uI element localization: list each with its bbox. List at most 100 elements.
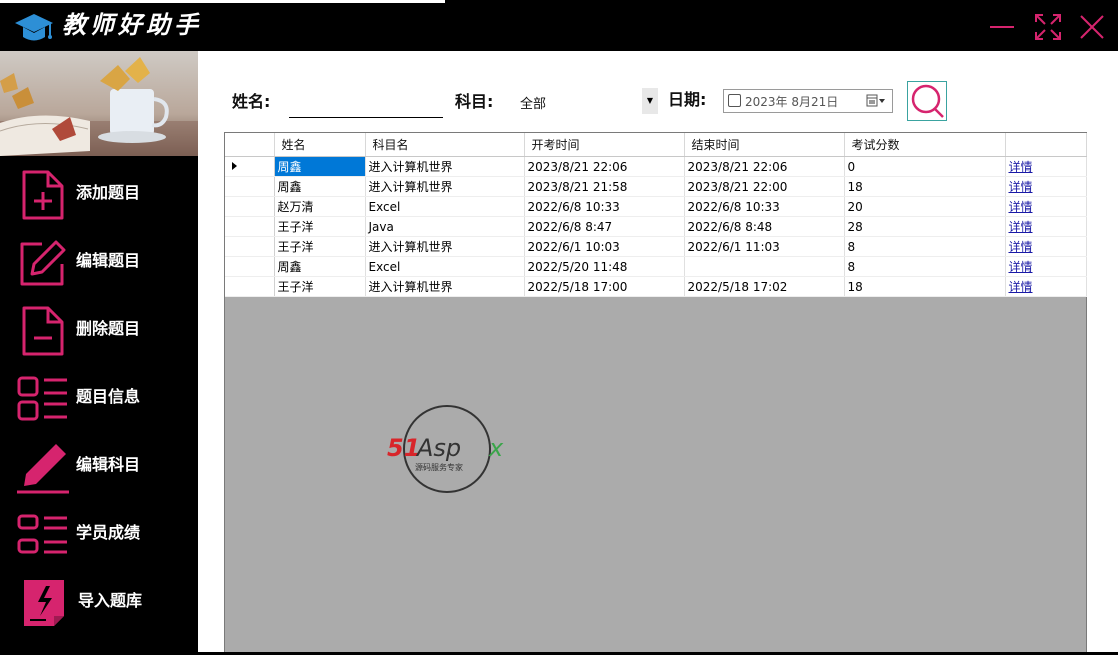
cell-action: 详情: [1005, 276, 1087, 297]
cell-subject[interactable]: 进入计算机世界: [365, 236, 525, 257]
cell-action: 详情: [1005, 176, 1087, 197]
date-label: 日期:: [668, 90, 707, 109]
cell-subject[interactable]: Excel: [365, 196, 525, 217]
details-link[interactable]: 详情: [1009, 220, 1033, 234]
column-header-name[interactable]: 姓名: [274, 133, 366, 157]
column-header-start-time[interactable]: 开考时间: [524, 133, 685, 157]
maximize-button[interactable]: [1031, 10, 1065, 44]
table-row[interactable]: 王子洋 Java 2022/6/8 8:47 2022/6/8 8:48 28 …: [225, 216, 1087, 237]
cell-subject[interactable]: 进入计算机世界: [365, 276, 525, 297]
table-row[interactable]: 周鑫 进入计算机世界 2023/8/21 22:06 2023/8/21 22:…: [225, 156, 1087, 177]
column-header-end-time[interactable]: 结束时间: [684, 133, 845, 157]
cell-subject[interactable]: Java: [365, 216, 525, 237]
table-row[interactable]: 王子洋 进入计算机世界 2022/5/18 17:00 2022/5/18 17…: [225, 276, 1087, 297]
search-button[interactable]: [907, 81, 947, 121]
cell-name[interactable]: 周鑫: [274, 176, 366, 197]
cell-name[interactable]: 赵万清: [274, 196, 366, 217]
cell-end-time[interactable]: 2022/6/1 11:03: [684, 236, 845, 257]
subject-select[interactable]: 全部 ▼: [514, 88, 658, 114]
list-icon: [17, 514, 67, 554]
main-panel: 姓名: 科目: 全部 ▼ 日期: 2023年 8月21日 姓名 科目名 开考时间…: [198, 51, 1118, 655]
column-header-action: [1005, 133, 1087, 157]
cell-score[interactable]: 0: [844, 156, 1006, 177]
cell-start-time[interactable]: 2022/6/8 10:33: [524, 196, 685, 217]
details-link[interactable]: 详情: [1009, 260, 1033, 274]
cell-name[interactable]: 周鑫: [274, 256, 366, 277]
cell-score[interactable]: 18: [844, 176, 1006, 197]
cell-end-time[interactable]: 2022/5/18 17:02: [684, 276, 845, 297]
details-link[interactable]: 详情: [1009, 180, 1033, 194]
minimize-icon: [990, 26, 1014, 28]
details-link[interactable]: 详情: [1009, 280, 1033, 294]
close-button[interactable]: [1075, 10, 1109, 44]
chevron-down-icon[interactable]: ▼: [642, 88, 658, 114]
table-row[interactable]: 赵万清 Excel 2022/6/8 10:33 2022/6/8 10:33 …: [225, 196, 1087, 217]
sidebar-item-label: 删除题目: [76, 319, 141, 338]
table-header-row: 姓名 科目名 开考时间 结束时间 考试分数: [225, 133, 1087, 157]
cell-end-time[interactable]: 2022/6/8 8:48: [684, 216, 845, 237]
row-header[interactable]: [225, 196, 275, 217]
table-row[interactable]: 周鑫 进入计算机世界 2023/8/21 21:58 2023/8/21 22:…: [225, 176, 1087, 197]
watermark-tagline: 源码服务专家: [415, 462, 463, 472]
cell-action: 详情: [1005, 236, 1087, 257]
exam-records-table: 姓名 科目名 开考时间 结束时间 考试分数 周鑫 进入计算机世界 2023/8/…: [225, 133, 1087, 297]
close-icon: [1080, 15, 1104, 39]
sidebar-item-delete-question[interactable]: 删除题目: [0, 300, 198, 362]
calendar-dropdown-icon[interactable]: [866, 93, 886, 109]
sidebar-item-add-question[interactable]: 添加题目: [0, 164, 198, 226]
sidebar-item-question-info[interactable]: 题目信息: [0, 368, 198, 430]
cell-score[interactable]: 18: [844, 276, 1006, 297]
cell-end-time[interactable]: [684, 256, 845, 277]
cell-name[interactable]: 周鑫: [274, 156, 366, 177]
sidebar-item-import-bank[interactable]: 导入题库: [0, 572, 198, 634]
cell-name[interactable]: 王子洋: [274, 276, 366, 297]
exam-records-grid: 姓名 科目名 开考时间 结束时间 考试分数 周鑫 进入计算机世界 2023/8/…: [224, 132, 1087, 655]
list-icon: [17, 376, 67, 421]
sidebar: 添加题目 编辑题目 删除题目 题目信息 编辑科目 学员成绩 导入题库: [0, 51, 198, 655]
cell-name[interactable]: 王子洋: [274, 216, 366, 237]
cell-start-time[interactable]: 2022/6/8 8:47: [524, 216, 685, 237]
cell-score[interactable]: 8: [844, 256, 1006, 277]
date-enable-checkbox[interactable]: [728, 94, 741, 107]
sidebar-item-label: 题目信息: [76, 387, 141, 406]
details-link[interactable]: 详情: [1009, 240, 1033, 254]
table-row[interactable]: 周鑫 Excel 2022/5/20 11:48 8 详情: [225, 256, 1087, 277]
cell-end-time[interactable]: 2023/8/21 22:06: [684, 156, 845, 177]
cell-start-time[interactable]: 2022/5/20 11:48: [524, 256, 685, 277]
cell-name[interactable]: 王子洋: [274, 236, 366, 257]
cell-end-time[interactable]: 2022/6/8 10:33: [684, 196, 845, 217]
cell-start-time[interactable]: 2022/5/18 17:00: [524, 276, 685, 297]
table-row[interactable]: 王子洋 进入计算机世界 2022/6/1 10:03 2022/6/1 11:0…: [225, 236, 1087, 257]
cell-score[interactable]: 8: [844, 236, 1006, 257]
details-link[interactable]: 详情: [1009, 160, 1033, 174]
details-link[interactable]: 详情: [1009, 200, 1033, 214]
cell-end-time[interactable]: 2023/8/21 22:00: [684, 176, 845, 197]
watermark-brand-51: 51: [387, 434, 420, 462]
cell-start-time[interactable]: 2022/6/1 10:03: [524, 236, 685, 257]
pen-icon: [17, 444, 69, 494]
sidebar-banner-image: [0, 51, 198, 156]
column-header-subject[interactable]: 科目名: [365, 133, 525, 157]
row-header[interactable]: [225, 216, 275, 237]
row-header[interactable]: [225, 176, 275, 197]
cell-start-time[interactable]: 2023/8/21 21:58: [524, 176, 685, 197]
cell-score[interactable]: 28: [844, 216, 1006, 237]
name-input[interactable]: [289, 91, 443, 118]
date-picker[interactable]: 2023年 8月21日: [723, 89, 893, 113]
sidebar-item-label: 添加题目: [76, 183, 141, 202]
cell-action: 详情: [1005, 196, 1087, 217]
sidebar-item-student-scores[interactable]: 学员成绩: [0, 504, 198, 566]
column-header-score[interactable]: 考试分数: [844, 133, 1006, 157]
sidebar-item-edit-question[interactable]: 编辑题目: [0, 232, 198, 294]
cell-start-time[interactable]: 2023/8/21 22:06: [524, 156, 685, 177]
cell-subject[interactable]: 进入计算机世界: [365, 176, 525, 197]
row-header[interactable]: [225, 156, 275, 177]
row-header[interactable]: [225, 236, 275, 257]
cell-subject[interactable]: 进入计算机世界: [365, 156, 525, 177]
row-header[interactable]: [225, 256, 275, 277]
cell-score[interactable]: 20: [844, 196, 1006, 217]
cell-subject[interactable]: Excel: [365, 256, 525, 277]
minimize-button[interactable]: [984, 10, 1018, 44]
row-header[interactable]: [225, 276, 275, 297]
sidebar-item-edit-subject[interactable]: 编辑科目: [0, 436, 198, 498]
